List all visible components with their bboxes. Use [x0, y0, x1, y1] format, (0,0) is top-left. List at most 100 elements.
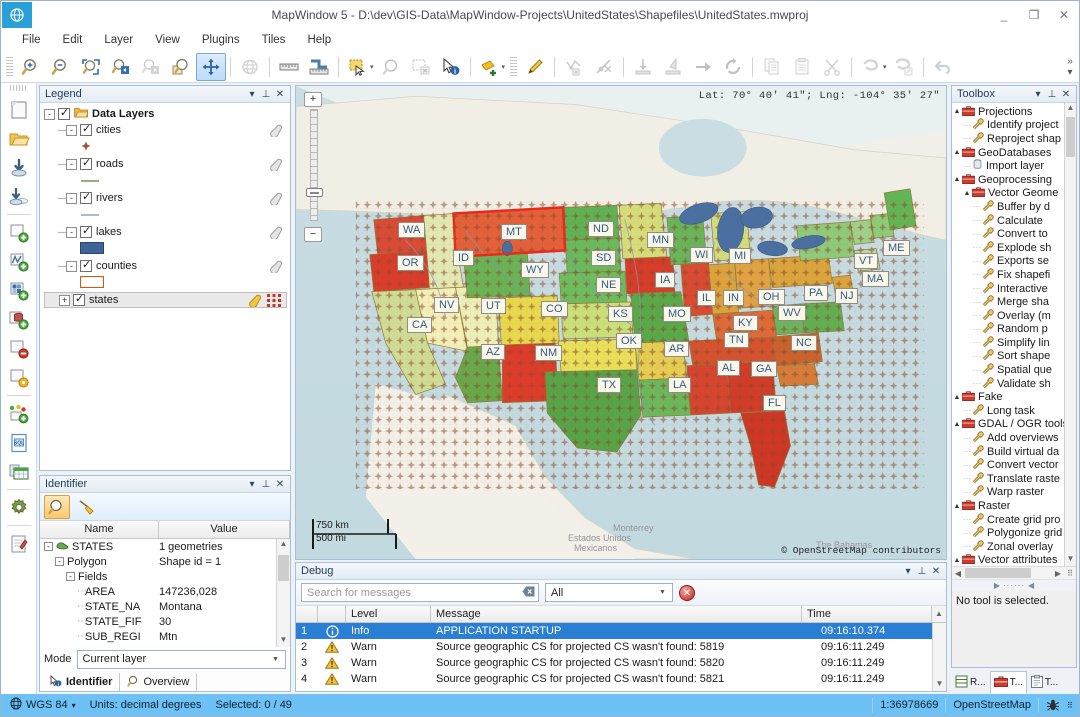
legend-cities-actions[interactable] [270, 124, 290, 137]
attribute-table-icon[interactable] [4, 457, 34, 486]
toolbox-tool[interactable]: ⋯ Buffer by d [952, 200, 1076, 214]
legend-roads-expander[interactable]: - [66, 158, 77, 170]
map-canvas[interactable] [296, 86, 946, 559]
legend-counties-expander[interactable]: - [66, 260, 77, 272]
zoom-in-icon[interactable] [16, 53, 46, 81]
legend-counties-actions[interactable] [270, 260, 290, 273]
chevron-expanded-icon[interactable]: ▲ [952, 421, 962, 428]
menu-tiles[interactable]: Tiles [251, 31, 297, 49]
repair-icon[interactable] [4, 529, 34, 558]
legend-root-checkbox[interactable] [58, 106, 70, 120]
toolbox-tool[interactable]: ⋯ Create grid pro [952, 512, 1076, 527]
scroll-thumb[interactable] [965, 568, 1031, 578]
open-project-icon[interactable] [4, 124, 34, 153]
move-shape-icon[interactable] [688, 53, 718, 81]
legend-lakes-checkbox[interactable] [80, 224, 92, 238]
identifier-row[interactable]: - Fields [40, 569, 290, 584]
add-vector-layer-icon[interactable] [4, 247, 34, 276]
toolbar-overflow-button[interactable]: » ▾ [1061, 56, 1079, 78]
add-database-layer-icon[interactable] [4, 305, 34, 334]
zoom-to-layer-icon[interactable] [166, 53, 196, 81]
map-zoom-in-button[interactable]: + [304, 92, 322, 107]
toolbox-group[interactable]: ▲ GeoDatabases [952, 146, 1076, 160]
add-layer-icon[interactable] [4, 218, 34, 247]
menu-help[interactable]: Help [296, 31, 342, 49]
debug-clear-messages-button[interactable]: ✕ [679, 584, 695, 601]
identifier-close-icon[interactable]: ✕ [273, 479, 287, 490]
debug-col-message[interactable]: Message [431, 606, 802, 622]
legend-counties-checkbox[interactable] [80, 258, 92, 272]
toolbox-tool[interactable]: ⋯ Warp raster [952, 485, 1076, 500]
toolbox-tool[interactable]: ⋯ Overlay (m [952, 309, 1076, 323]
toolbox-pin-icon[interactable]: ⊥ [1045, 89, 1059, 100]
rotate-icon[interactable] [718, 53, 748, 81]
toolbox-tool[interactable]: ⋯ Build virtual da [952, 445, 1076, 459]
map-zoom-control[interactable]: + − [304, 92, 324, 242]
bug-icon[interactable] [1039, 698, 1067, 712]
chevron-expanded-icon[interactable]: ▲ [952, 503, 962, 510]
scroll-right-icon[interactable]: ▶ [1052, 569, 1064, 578]
zoom-to-previous-icon[interactable] [106, 53, 136, 81]
debug-col-level[interactable]: Level [346, 606, 431, 622]
toolbox-tool[interactable]: ⋯ Convert to [952, 227, 1076, 241]
legend-roads-actions[interactable] [270, 158, 290, 171]
chevron-expanded-icon[interactable]: ▲ [962, 190, 972, 197]
debug-dropdown-icon[interactable]: ▾ [901, 566, 915, 577]
debug-pin-icon[interactable]: ⊥ [915, 566, 929, 577]
clear-search-icon[interactable] [522, 586, 535, 600]
toolbox-tool[interactable]: ⋯ Import layer [952, 159, 1076, 173]
legend-cities-checkbox[interactable] [80, 122, 92, 136]
identify-icon[interactable]: i [436, 53, 466, 81]
toolbox-tool[interactable]: ⋯ Translate raste [952, 472, 1076, 486]
identifier-col-value[interactable]: Value [159, 521, 290, 538]
identifier-results-grid[interactable]: - STATES 1 geometries - Polygon Shape id… [40, 539, 290, 647]
toolbox-tool[interactable]: ⋯ Interactive [952, 281, 1076, 296]
identifier-row[interactable]: - STATES 1 geometries [40, 539, 290, 554]
toolbox-group[interactable]: ▲ Vector attributes [952, 554, 1076, 566]
toolbox-tree[interactable]: ▲ ▼ ▲ Projections ⋯ Identify project ⋯ Reproj… [952, 103, 1076, 566]
tab-identifier[interactable]: i Identifier [43, 673, 121, 691]
settings-icon[interactable] [4, 493, 34, 522]
tab-overview[interactable]: Overview [120, 673, 198, 691]
resize-grip-icon[interactable]: ⠿ [1064, 569, 1076, 578]
undo-shape-dropdown-arrow-icon[interactable]: ▾ [883, 63, 887, 71]
rotate-shape-icon[interactable] [658, 53, 688, 81]
menu-layer[interactable]: Layer [93, 31, 144, 49]
toolbox-dropdown-icon[interactable]: ▾ [1031, 89, 1045, 100]
status-projection[interactable]: WGS 84 ▾ [3, 697, 83, 713]
copy-icon[interactable] [757, 53, 787, 81]
identifier-col-name[interactable]: Name [40, 521, 159, 538]
scroll-down-icon[interactable]: ▼ [280, 635, 288, 647]
scroll-up-icon[interactable]: ▲ [1067, 103, 1075, 115]
toolbox-tool[interactable]: ⋯ Fix shapefi [952, 268, 1076, 282]
legend-close-icon[interactable]: ✕ [273, 89, 287, 100]
toolbox-group[interactable]: ▲ Geoprocessing [952, 173, 1076, 187]
tab-toolbox[interactable]: T... [989, 671, 1027, 694]
debug-close-icon[interactable]: ✕ [929, 566, 943, 577]
measure-distance-icon[interactable] [274, 53, 304, 81]
toolbox-splitter[interactable]: ▶ ······ ◀ [952, 579, 1076, 591]
legend-rivers-expander[interactable]: - [66, 192, 77, 204]
legend-states-expander[interactable]: + [59, 294, 70, 306]
toolbox-group[interactable]: ▲ Vector Geome [952, 187, 1076, 201]
clear-selection-icon[interactable] [406, 53, 436, 81]
maximize-button[interactable]: ❐ [1027, 8, 1041, 22]
scroll-thumb[interactable] [1066, 117, 1075, 157]
save-project-icon[interactable] [4, 153, 34, 182]
pan-icon[interactable] [196, 52, 226, 81]
chevron-expanded-icon[interactable]: ▲ [952, 176, 962, 183]
scroll-left-icon[interactable]: ◀ [952, 569, 964, 578]
debug-col-time[interactable]: Time [802, 606, 932, 622]
toolbox-tool[interactable]: ⋯ Sort shape [952, 349, 1076, 364]
legend-states-checkbox[interactable] [73, 292, 85, 306]
add-shape-dropdown-arrow-icon[interactable]: ▾ [502, 63, 506, 71]
identifier-row[interactable]: ⋯ SUB_REGI Mtn [40, 629, 290, 644]
select-dropdown-arrow-icon[interactable]: ▾ [370, 63, 374, 71]
legend-tree[interactable]: - Data Layers — - cities [40, 103, 290, 470]
legend-states-actions[interactable] [249, 293, 286, 307]
cut-icon[interactable] [817, 53, 847, 81]
toolbox-group[interactable]: ▲ GDAL / OGR tools [952, 418, 1076, 432]
menu-edit[interactable]: Edit [52, 31, 94, 49]
toolbar-grip[interactable] [6, 56, 13, 77]
clear-results-broom-icon[interactable] [74, 495, 100, 519]
